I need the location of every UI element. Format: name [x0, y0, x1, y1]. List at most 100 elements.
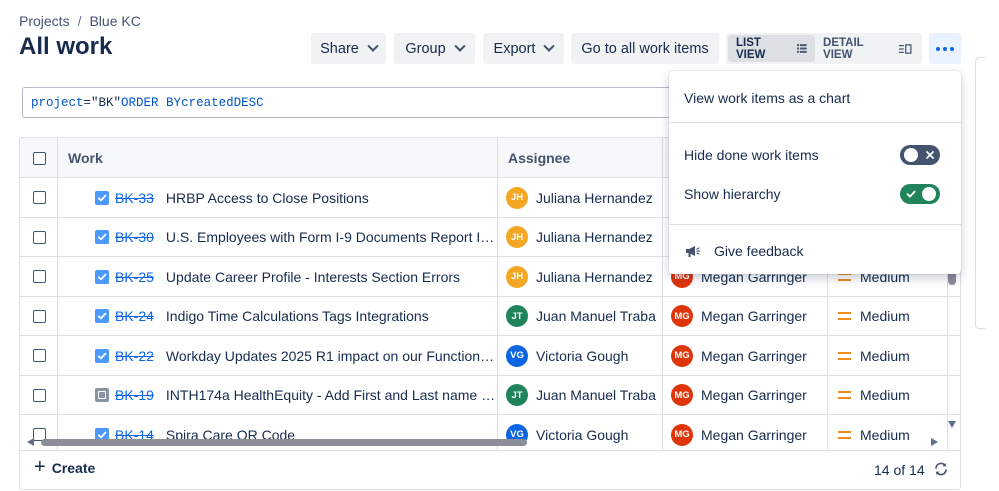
select-all-checkbox[interactable]: [33, 151, 46, 165]
menu-item-view-as-chart[interactable]: View work items as a chart: [669, 80, 961, 116]
toggle-knob: [904, 148, 918, 162]
issue-summary[interactable]: HRBP Access to Close Positions: [166, 190, 369, 206]
jql-order-field: created: [181, 95, 234, 110]
task-icon: [95, 309, 109, 323]
avatar: MG: [671, 344, 693, 367]
detail-view-icon: [899, 43, 912, 54]
column-header-assignee[interactable]: Assignee: [498, 138, 663, 178]
close-icon: [926, 151, 934, 159]
scroll-left-icon[interactable]: [27, 438, 34, 446]
issue-summary[interactable]: INTH174a HealthEquity - Add First and La…: [166, 387, 497, 403]
dot: [943, 46, 947, 51]
jql-query-input[interactable]: project = "BK" ORDER BY created DESC: [22, 87, 682, 118]
task-icon: [95, 269, 109, 284]
issue-key-link[interactable]: BK-22: [115, 348, 154, 364]
reporter-name: Megan Garringer: [701, 308, 807, 324]
breadcrumb-project[interactable]: Blue KC: [89, 13, 140, 29]
work-cell: BK-33 HRBP Access to Close Positions: [58, 178, 498, 217]
assignee-cell[interactable]: JT Juan Manuel Traba: [498, 375, 663, 415]
refresh-icon[interactable]: [933, 461, 949, 477]
assignee-cell[interactable]: JH Juliana Hernandez: [498, 217, 663, 257]
assignee-name: Juliana Hernandez: [536, 229, 653, 245]
dot: [936, 46, 940, 51]
create-label: Create: [51, 460, 96, 476]
reporter-cell[interactable]: MG Megan Garringer: [663, 296, 828, 336]
issue-key-link[interactable]: BK-30: [115, 229, 154, 245]
menu-item-hide-done[interactable]: Hide done work items: [669, 137, 961, 173]
table-row[interactable]: BK-22 Workday Updates 2025 R1 impact on o…: [20, 336, 960, 376]
work-cell: BK-30 U.S. Employees with Form I-9 Docume…: [58, 217, 498, 257]
table-row[interactable]: BK-24 Indigo Time Calculations Tags Integ…: [20, 296, 960, 336]
priority-label: Medium: [860, 347, 910, 364]
menu-item-show-hierarchy[interactable]: Show hierarchy: [669, 176, 961, 212]
task-icon: [95, 230, 109, 244]
row-select-cell: [20, 257, 58, 296]
menu-item-give-feedback[interactable]: Give feedback: [669, 233, 961, 269]
table-row[interactable]: BK-19 INTH174a HealthEquity - Add First a…: [20, 375, 960, 415]
scroll-down-icon[interactable]: [948, 421, 956, 428]
table-footer: + Create 14 of 14: [19, 450, 961, 490]
list-view-button[interactable]: LIST VIEW: [728, 35, 816, 62]
row-checkbox[interactable]: [33, 191, 46, 204]
go-to-all-work-items-button[interactable]: Go to all work items: [571, 33, 719, 64]
megaphone-icon: [686, 246, 700, 257]
jql-order: ORDER BY: [121, 95, 182, 110]
export-button[interactable]: Export: [483, 33, 564, 64]
scroll-right-icon[interactable]: [931, 438, 938, 446]
show-hierarchy-toggle[interactable]: [900, 184, 940, 204]
assignee-cell[interactable]: JH Juliana Hernandez: [498, 257, 663, 296]
issue-summary[interactable]: Update Career Profile - Interests Sectio…: [166, 269, 460, 285]
reporter-name: Megan Garringer: [701, 347, 807, 364]
avatar: MG: [671, 384, 693, 406]
assignee-cell[interactable]: VG Victoria Gough: [498, 336, 663, 375]
share-label: Share: [320, 40, 359, 57]
reporter-cell[interactable]: MG Megan Garringer: [663, 375, 828, 415]
breadcrumb-projects[interactable]: Projects: [19, 13, 70, 29]
assignee-cell[interactable]: JH Juliana Hernandez: [498, 178, 663, 217]
issue-key-link[interactable]: BK-25: [115, 269, 154, 285]
issue-key-link[interactable]: BK-33: [115, 190, 154, 206]
row-checkbox[interactable]: [33, 270, 46, 283]
priority-cell[interactable]: Medium: [828, 336, 948, 375]
column-header-work[interactable]: Work: [58, 138, 498, 178]
reporter-cell[interactable]: MG Megan Garringer: [663, 336, 828, 375]
issue-summary[interactable]: Workday Updates 2025 R1 impact on our Fu…: [166, 348, 497, 364]
jql-value: "BK": [91, 95, 122, 110]
issue-summary[interactable]: U.S. Employees with Form I-9 Documents R…: [166, 229, 497, 245]
assignee-cell[interactable]: JT Juan Manuel Traba: [498, 296, 663, 336]
check-icon: [906, 190, 916, 198]
avatar: JH: [506, 226, 528, 248]
menu-feedback-label: Give feedback: [714, 243, 804, 259]
item-count: 14 of 14: [874, 462, 925, 478]
row-select-cell: [20, 217, 58, 257]
priority-medium-icon: [838, 351, 851, 360]
priority-medium-icon: [838, 312, 851, 320]
detail-view-label: DETAIL VIEW: [823, 36, 864, 61]
group-button[interactable]: Group: [394, 33, 475, 64]
row-checkbox[interactable]: [33, 309, 46, 323]
go-to-all-label: Go to all work items: [581, 40, 709, 57]
more-actions-button[interactable]: [929, 33, 961, 64]
row-checkbox[interactable]: [33, 349, 46, 362]
plus-icon: +: [34, 456, 46, 478]
issue-key-link[interactable]: BK-19: [115, 387, 154, 403]
horizontal-scrollbar[interactable]: [19, 434, 941, 450]
row-checkbox[interactable]: [33, 388, 46, 402]
detail-view-button[interactable]: DETAIL VIEW: [815, 35, 920, 62]
hide-done-toggle[interactable]: [900, 145, 940, 165]
issue-summary[interactable]: Indigo Time Calculations Tags Integratio…: [166, 308, 429, 324]
priority-cell[interactable]: Medium: [828, 375, 948, 415]
priority-cell[interactable]: Medium: [828, 296, 948, 336]
scrollbar-thumb[interactable]: [41, 439, 527, 446]
side-panel-edge: [975, 57, 985, 329]
row-select-cell: [20, 178, 58, 217]
row-select-cell: [20, 296, 58, 336]
share-button[interactable]: Share: [311, 33, 386, 64]
task-icon: [95, 190, 109, 205]
breadcrumb: Projects / Blue KC: [19, 13, 141, 29]
list-icon: [797, 44, 808, 53]
issue-key-link[interactable]: BK-24: [115, 308, 154, 324]
row-checkbox[interactable]: [33, 230, 46, 244]
create-button[interactable]: + Create: [34, 456, 96, 478]
subtask-icon: [95, 388, 109, 402]
